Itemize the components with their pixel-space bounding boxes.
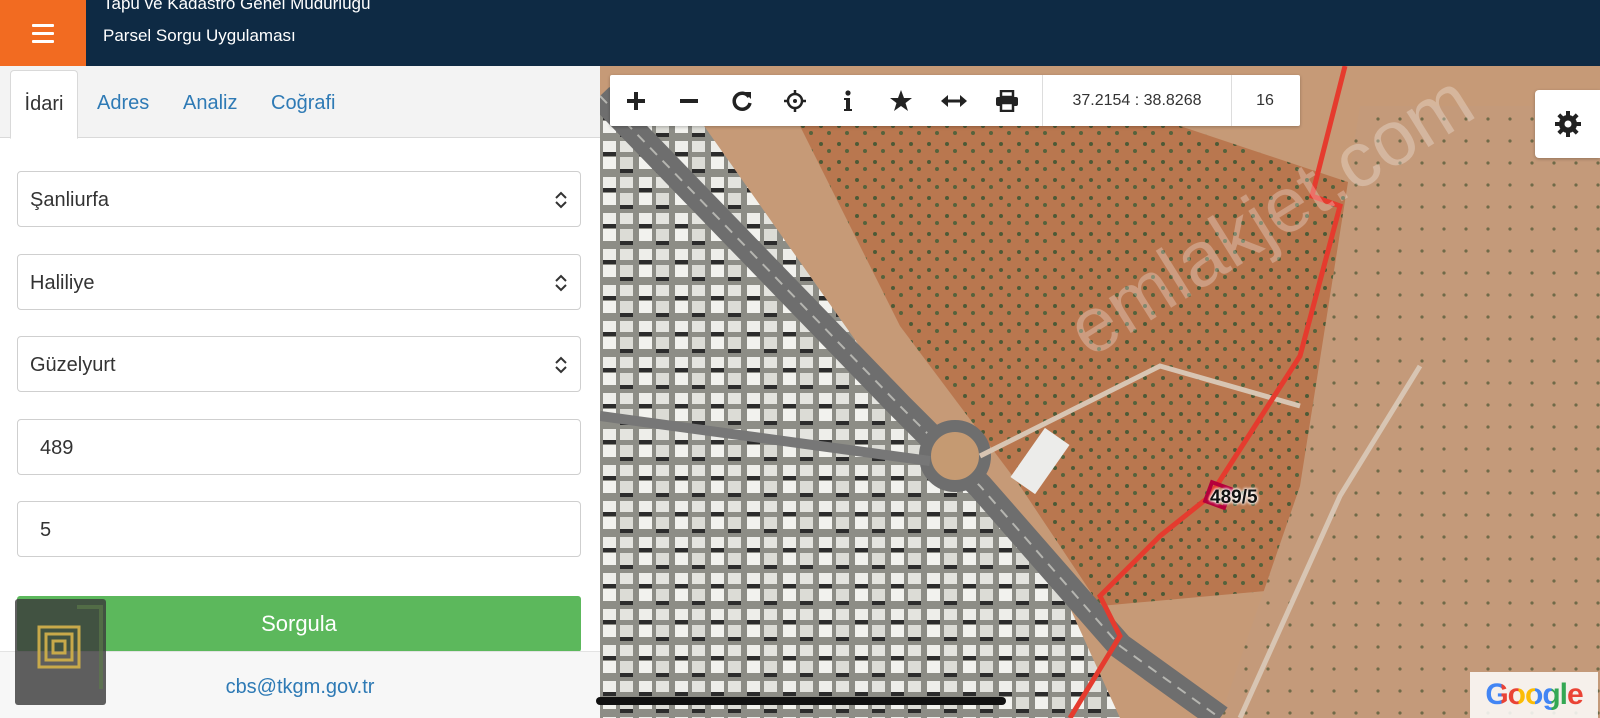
google-logo-text: Google [1485, 678, 1583, 711]
satellite-imagery: emlakjet.com [600, 66, 1600, 718]
print-icon[interactable] [981, 75, 1033, 126]
zoom-level: 16 [1256, 92, 1274, 109]
chevron-updown-icon [555, 356, 567, 374]
tab-label: Analiz [183, 92, 238, 114]
tab-label: Coğrafi [271, 92, 336, 114]
neighborhood-value: Güzelyurt [30, 354, 116, 376]
chevron-updown-icon [555, 191, 567, 209]
tab-idari[interactable]: İdari [10, 70, 78, 139]
tab-adres[interactable]: Adres [97, 70, 149, 137]
parcel-label: 489/5 [1210, 487, 1258, 508]
app-title: Tapu ve Kadastro Genel Müdürlüğü [103, 0, 371, 13]
block-input[interactable]: 489 [17, 419, 581, 475]
tab-cografi[interactable]: Coğrafi [271, 70, 335, 137]
neighborhood-select[interactable]: Güzelyurt [17, 336, 581, 392]
map-toolbar: 37.2154 : 38.8268 16 [610, 75, 1300, 126]
tkgm-logo-mark [37, 605, 103, 689]
tab-label: Adres [97, 92, 150, 114]
measure-icon[interactable] [928, 75, 980, 126]
home-indicator [596, 697, 1006, 705]
google-attribution: Google [1470, 672, 1598, 718]
coordinate-readout: 37.2154 : 38.8268 [1042, 75, 1232, 126]
parcel-input[interactable]: 5 [17, 501, 581, 557]
province-value: Şanliurfa [30, 189, 109, 211]
star-icon[interactable] [875, 75, 927, 126]
chevron-updown-icon [555, 274, 567, 292]
tab-label: İdari [24, 93, 64, 115]
refresh-icon[interactable] [716, 75, 768, 126]
app-header: Tapu ve Kadastro Genel Müdürlüğü Parsel … [0, 0, 1600, 66]
zoom-out-icon[interactable] [663, 75, 715, 126]
settings-gear-icon[interactable] [1535, 90, 1600, 158]
map-view[interactable]: emlakjet.com [600, 66, 1600, 718]
district-select[interactable]: Haliliye [17, 254, 581, 310]
app-subtitle: Parsel Sorgu Uygulaması [103, 26, 296, 45]
tab-analiz[interactable]: Analiz [183, 70, 237, 137]
query-panel: İdari Adres Analiz Coğrafi Şanliurfa Hal… [0, 66, 600, 718]
tkgm-logo [15, 599, 106, 705]
province-select[interactable]: Şanliurfa [17, 171, 581, 227]
parcel-value: 5 [40, 519, 52, 541]
zoom-in-icon[interactable] [610, 75, 662, 126]
info-icon[interactable] [822, 75, 874, 126]
block-value: 489 [40, 437, 74, 459]
menu-icon[interactable] [0, 0, 86, 66]
tab-bar: İdari Adres Analiz Coğrafi [0, 66, 600, 139]
district-value: Haliliye [30, 272, 95, 294]
locate-icon[interactable] [769, 75, 821, 126]
